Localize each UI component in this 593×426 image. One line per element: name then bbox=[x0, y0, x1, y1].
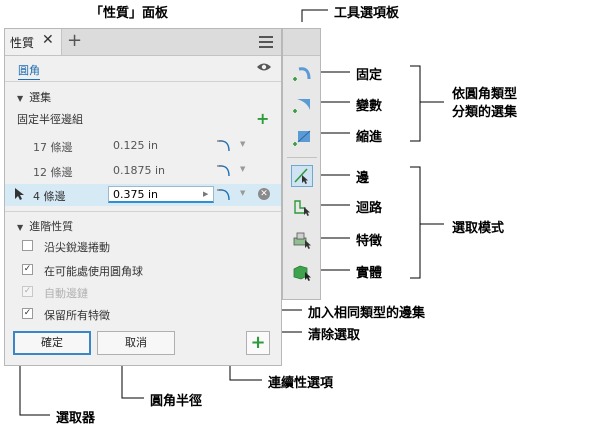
chevron-down-icon[interactable]: ▼ bbox=[240, 189, 245, 197]
plus-icon: + bbox=[250, 332, 266, 353]
edge-count: 12 條邊 bbox=[33, 166, 73, 179]
setback-fillet-button[interactable] bbox=[291, 127, 313, 149]
loop-select-mode-button[interactable] bbox=[291, 197, 313, 219]
checkbox-checked[interactable]: ✓ bbox=[22, 264, 33, 275]
tab-properties-label: 性質 bbox=[10, 36, 35, 50]
option-label: 沿尖銳邊捲動 bbox=[44, 241, 110, 254]
edge-count: 4 條邊 bbox=[33, 190, 66, 203]
ok-button[interactable]: 確定 bbox=[13, 331, 91, 355]
clear-selection-icon[interactable]: ✕ bbox=[258, 188, 270, 200]
toolbar-header bbox=[283, 29, 320, 56]
fillet-type-link[interactable]: 圓角 bbox=[18, 62, 40, 80]
loop-select-icon bbox=[294, 200, 310, 216]
feature-select-mode-button[interactable] bbox=[291, 229, 313, 251]
edge-set-row-active[interactable]: 4 條邊 0.375 in ▶ ▼ ✕ bbox=[5, 184, 281, 206]
edge-select-mode-button[interactable] bbox=[291, 165, 313, 187]
variable-fillet-button[interactable] bbox=[291, 95, 313, 117]
fillet-radius-input[interactable]: 0.375 in bbox=[108, 186, 214, 203]
checkbox-checked[interactable]: ✓ bbox=[22, 308, 33, 319]
checkbox[interactable] bbox=[22, 240, 33, 251]
radius-value[interactable]: 0.1875 in bbox=[113, 164, 165, 177]
toolbar-divider bbox=[287, 157, 317, 158]
constant-fillet-button[interactable] bbox=[291, 63, 313, 85]
chevron-down-icon[interactable]: ▼ bbox=[240, 165, 245, 173]
close-icon[interactable]: ✕ bbox=[42, 32, 54, 48]
cancel-button[interactable]: 取消 bbox=[97, 331, 175, 355]
constant-fillet-icon bbox=[293, 67, 311, 81]
advanced-section-label: 進階性質 bbox=[29, 220, 74, 233]
solid-select-mode-button[interactable] bbox=[291, 261, 313, 283]
continuity-tangent-icon[interactable] bbox=[217, 162, 235, 178]
selector-arrow-icon[interactable] bbox=[14, 188, 24, 201]
continuity-tangent-icon[interactable] bbox=[217, 186, 235, 202]
properties-panel: 性質 ✕ + 圓角 ▼ 選集 固定半徑邊組 + 17 條邊 0.125 in ▼ … bbox=[4, 28, 282, 366]
eye-icon[interactable] bbox=[256, 62, 272, 72]
option-label: 在可能處使用圓角球 bbox=[44, 265, 143, 278]
divider bbox=[5, 211, 281, 212]
collapse-triangle-icon: ▼ bbox=[17, 223, 24, 232]
edge-count: 17 條邊 bbox=[33, 141, 73, 154]
chevron-down-icon[interactable]: ▼ bbox=[240, 140, 245, 148]
edge-select-icon bbox=[294, 168, 308, 184]
checkbox-checked-disabled: ✓ bbox=[22, 286, 33, 297]
add-edge-set-icon[interactable]: + bbox=[256, 111, 269, 127]
add-button[interactable]: + bbox=[246, 331, 270, 355]
add-tab-icon[interactable]: + bbox=[67, 30, 82, 51]
edge-group-label: 固定半徑邊組 bbox=[17, 113, 83, 126]
feature-select-icon bbox=[293, 232, 311, 249]
solid-select-icon bbox=[293, 265, 311, 281]
radius-value[interactable]: 0.125 in bbox=[113, 139, 158, 152]
variable-fillet-icon bbox=[293, 99, 310, 113]
hamburger-menu-icon[interactable] bbox=[259, 36, 273, 48]
selection-section-label: 選集 bbox=[29, 91, 52, 104]
fillet-toolbar bbox=[282, 28, 321, 300]
tab-properties[interactable]: 性質 ✕ bbox=[5, 29, 62, 55]
expand-arrow-icon[interactable]: ▶ bbox=[203, 190, 208, 198]
edge-set-row[interactable]: 12 條邊 0.1875 in ▼ bbox=[5, 160, 281, 182]
setback-fillet-icon bbox=[293, 130, 311, 146]
edge-set-row[interactable]: 17 條邊 0.125 in ▼ bbox=[5, 135, 281, 157]
advanced-section-header[interactable]: ▼ 進階性質 bbox=[17, 218, 73, 234]
selection-section-header[interactable]: ▼ 選集 bbox=[17, 89, 51, 105]
divider bbox=[5, 81, 281, 82]
continuity-tangent-icon[interactable] bbox=[217, 137, 235, 153]
panel-tab-bar: 性質 ✕ + bbox=[5, 29, 281, 56]
option-label: 自動邊鏈 bbox=[44, 287, 88, 300]
option-label: 保留所有特徵 bbox=[44, 309, 110, 322]
collapse-triangle-icon: ▼ bbox=[17, 94, 24, 103]
